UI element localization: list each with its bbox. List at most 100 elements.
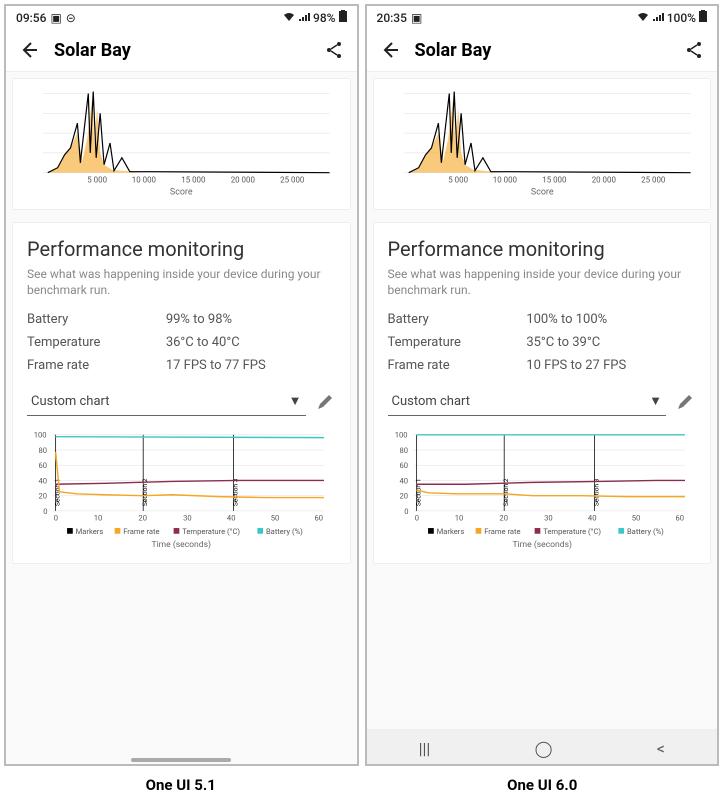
stat-framerate: Frame rate 10 FPS to 27 FPS bbox=[388, 358, 697, 373]
svg-text:60: 60 bbox=[399, 461, 408, 470]
android-navbar: ||| ◯ < bbox=[367, 729, 718, 764]
svg-text:60: 60 bbox=[314, 514, 323, 523]
score-chart-card: 5 000 10 000 15 000 20 000 25 000 Score bbox=[373, 78, 712, 210]
app-topbar: Solar Bay bbox=[367, 29, 718, 72]
perf-card: Performance monitoring See what was happ… bbox=[12, 222, 351, 564]
share-button[interactable] bbox=[323, 39, 345, 61]
svg-text:20 000: 20 000 bbox=[591, 176, 615, 185]
svg-text:10 000: 10 000 bbox=[492, 176, 516, 185]
svg-text:60: 60 bbox=[675, 514, 684, 523]
svg-text:15 000: 15 000 bbox=[181, 176, 205, 185]
edit-chart-button[interactable] bbox=[674, 391, 696, 413]
battery-pct: 100% bbox=[667, 11, 696, 25]
back-button[interactable] bbox=[18, 39, 40, 61]
svg-text:60: 60 bbox=[39, 461, 48, 470]
svg-text:40: 40 bbox=[399, 477, 408, 486]
legend-batt: Battery (%) bbox=[266, 527, 303, 536]
svg-text:20: 20 bbox=[499, 514, 508, 523]
svg-text:0: 0 bbox=[43, 507, 47, 516]
stat-value: 17 FPS to 77 FPS bbox=[166, 358, 336, 373]
recent-apps-button[interactable]: ||| bbox=[419, 739, 431, 758]
stat-value: 99% to 98% bbox=[166, 312, 336, 327]
stat-temperature: Temperature 36°C to 40°C bbox=[27, 335, 336, 350]
statusbar: 09:56 ▣ ⊝ 98% bbox=[6, 6, 357, 29]
battery-icon bbox=[339, 10, 347, 25]
svg-text:100: 100 bbox=[34, 431, 47, 440]
score-xlabel: Score bbox=[170, 187, 193, 197]
stat-label: Frame rate bbox=[388, 358, 527, 373]
chevron-down-icon: ▼ bbox=[289, 393, 302, 409]
svg-text:20: 20 bbox=[399, 492, 408, 501]
svg-text:Section 1: Section 1 bbox=[414, 479, 422, 507]
svg-text:0: 0 bbox=[54, 514, 58, 523]
page-title: Solar Bay bbox=[54, 40, 309, 61]
gesture-handle[interactable] bbox=[131, 758, 231, 762]
score-chart: 5 000 10 000 15 000 20 000 25 000 Score bbox=[23, 83, 340, 203]
stat-value: 100% to 100% bbox=[526, 312, 696, 327]
svg-text:100: 100 bbox=[394, 431, 407, 440]
chart-type-dropdown[interactable]: Custom chart ▼ bbox=[27, 387, 306, 416]
score-chart-card: 5 000 10 000 15 000 20 000 25 000 Score bbox=[12, 78, 351, 210]
chevron-down-icon: ▼ bbox=[649, 393, 662, 409]
legend-fps: Frame rate bbox=[484, 527, 520, 536]
stat-temperature: Temperature 35°C to 39°C bbox=[388, 335, 697, 350]
signal-icon bbox=[298, 11, 310, 25]
image-icon: ▣ bbox=[411, 11, 422, 25]
svg-text:25 000: 25 000 bbox=[641, 176, 665, 185]
stat-label: Battery bbox=[27, 312, 166, 327]
svg-text:15 000: 15 000 bbox=[542, 176, 566, 185]
stat-label: Temperature bbox=[388, 335, 527, 350]
svg-text:Section 3: Section 3 bbox=[231, 478, 239, 506]
perf-heading: Performance monitoring bbox=[27, 237, 336, 261]
battery-icon bbox=[699, 10, 707, 25]
timeseries-chart: 1008060 40200 Section 1 Section 2 Sectio… bbox=[27, 422, 336, 557]
edit-chart-button[interactable] bbox=[314, 391, 336, 413]
svg-text:10 000: 10 000 bbox=[132, 176, 156, 185]
perf-subtitle: See what was happening inside your devic… bbox=[388, 267, 697, 298]
svg-text:50: 50 bbox=[631, 514, 640, 523]
perf-subtitle: See what was happening inside your devic… bbox=[27, 267, 336, 298]
svg-text:20 000: 20 000 bbox=[231, 176, 255, 185]
wifi-icon bbox=[637, 11, 649, 25]
svg-text:0: 0 bbox=[414, 514, 418, 523]
svg-text:25 000: 25 000 bbox=[280, 176, 304, 185]
image-icon: ▣ bbox=[50, 11, 61, 25]
stat-value: 10 FPS to 27 FPS bbox=[526, 358, 696, 373]
score-xlabel: Score bbox=[530, 187, 553, 197]
legend-markers: Markers bbox=[436, 527, 464, 536]
dropdown-label: Custom chart bbox=[392, 394, 471, 409]
svg-text:0: 0 bbox=[404, 507, 408, 516]
svg-text:5 000: 5 000 bbox=[448, 176, 468, 185]
svg-text:30: 30 bbox=[183, 514, 192, 523]
caption-left: One UI 5.1 bbox=[146, 776, 216, 794]
chart-type-dropdown[interactable]: Custom chart ▼ bbox=[388, 387, 667, 416]
dropdown-label: Custom chart bbox=[31, 394, 110, 409]
legend-batt: Battery (%) bbox=[626, 527, 663, 536]
legend-temp: Temperature (°C) bbox=[182, 527, 240, 536]
legend-markers: Markers bbox=[76, 527, 104, 536]
svg-text:40: 40 bbox=[227, 514, 236, 523]
svg-text:80: 80 bbox=[39, 446, 48, 455]
legend-fps: Frame rate bbox=[123, 527, 159, 536]
wifi-icon bbox=[283, 11, 295, 25]
back-button[interactable] bbox=[379, 39, 401, 61]
stat-label: Battery bbox=[388, 312, 527, 327]
circle-icon: ⊝ bbox=[66, 11, 76, 25]
status-time: 09:56 bbox=[16, 11, 46, 25]
statusbar: 20:35 ▣ 100% bbox=[367, 6, 718, 29]
caption-right: One UI 6.0 bbox=[507, 776, 577, 794]
legend-temp: Temperature (°C) bbox=[543, 527, 601, 536]
svg-text:20: 20 bbox=[138, 514, 147, 523]
share-button[interactable] bbox=[683, 39, 705, 61]
svg-text:50: 50 bbox=[271, 514, 280, 523]
phone-right: 20:35 ▣ 100% Solar Bay bbox=[365, 4, 720, 766]
svg-text:80: 80 bbox=[399, 446, 408, 455]
back-nav-button[interactable]: < bbox=[657, 739, 665, 758]
svg-text:5 000: 5 000 bbox=[87, 176, 107, 185]
home-button[interactable]: ◯ bbox=[535, 739, 553, 758]
perf-heading: Performance monitoring bbox=[388, 237, 697, 261]
svg-text:40: 40 bbox=[39, 477, 48, 486]
stat-battery: Battery 99% to 98% bbox=[27, 312, 336, 327]
stat-label: Frame rate bbox=[27, 358, 166, 373]
stat-value: 35°C to 39°C bbox=[526, 335, 696, 350]
